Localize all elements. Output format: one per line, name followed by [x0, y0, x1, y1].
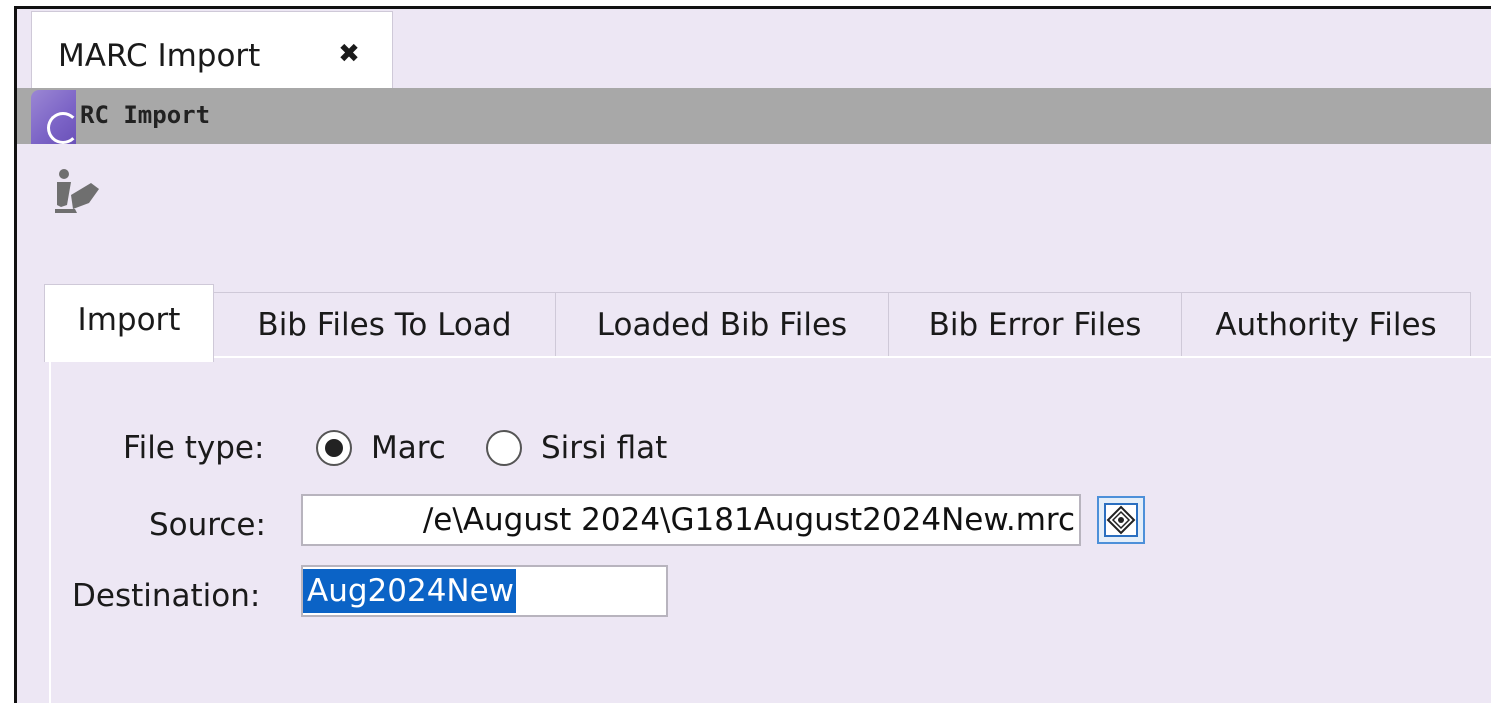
tab-import[interactable]: Import — [44, 284, 214, 362]
browse-button[interactable] — [1097, 496, 1145, 544]
screenshot-frame: MARC Import ✖ RC Import Import Bib Files… — [0, 0, 1491, 703]
tab-bib-error-files-label: Bib Error Files — [928, 307, 1142, 343]
radio-sirsi-flat[interactable] — [486, 430, 522, 466]
tab-bib-files-to-load[interactable]: Bib Files To Load — [213, 292, 556, 356]
destination-label: Destination: — [72, 578, 261, 614]
tab-import-label: Import — [77, 302, 181, 338]
radio-sirsi-flat-label[interactable]: Sirsi flat — [541, 433, 667, 464]
document-tab-label: MARC Import — [58, 38, 261, 74]
radio-marc[interactable] — [316, 430, 352, 466]
marc-import-app-icon — [31, 90, 76, 144]
close-icon[interactable]: ✖ — [334, 36, 364, 72]
destination-input[interactable]: Aug2024New — [301, 565, 668, 617]
tab-authority-files[interactable]: Authority Files — [1181, 292, 1471, 356]
source-input-value: /e\August 2024\G181August2024New.mrc — [422, 502, 1075, 538]
radio-marc-label[interactable]: Marc — [371, 433, 446, 464]
tab-bib-error-files[interactable]: Bib Error Files — [888, 292, 1182, 356]
file-type-label: File type: — [123, 430, 265, 466]
source-label: Source: — [149, 507, 266, 543]
destination-input-value: Aug2024New — [303, 569, 517, 613]
source-input[interactable]: /e\August 2024\G181August2024New.mrc — [301, 494, 1081, 546]
document-tab-marc-import[interactable]: MARC Import ✖ — [31, 11, 393, 91]
tab-loaded-bib-files[interactable]: Loaded Bib Files — [555, 292, 889, 356]
tab-bib-files-to-load-label: Bib Files To Load — [257, 307, 512, 343]
marc-import-window: MARC Import ✖ RC Import Import Bib Files… — [14, 6, 1491, 703]
tab-loaded-bib-files-label: Loaded Bib Files — [596, 307, 848, 343]
tab-authority-files-label: Authority Files — [1215, 307, 1437, 343]
title-bar-text: RC Import — [80, 101, 211, 129]
title-bar: RC Import — [17, 88, 1491, 144]
browse-file-icon — [1104, 503, 1138, 537]
marc-import-action-icon[interactable] — [47, 165, 107, 225]
import-panel: File type: Marc Sirsi flat Source: /e\Au… — [49, 356, 1491, 703]
